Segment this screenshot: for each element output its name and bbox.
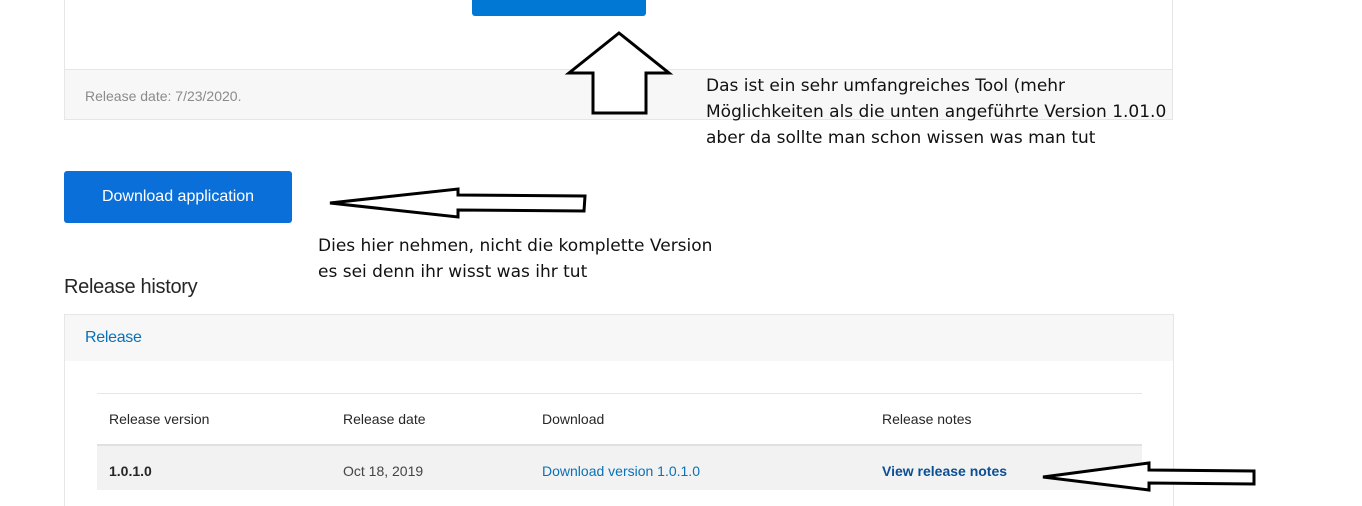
- left-arrow-icon: [329, 187, 587, 219]
- up-arrow-icon: [564, 31, 674, 115]
- left-arrow-notes-icon: [1042, 461, 1256, 492]
- annotation-arrows: [329, 31, 1256, 492]
